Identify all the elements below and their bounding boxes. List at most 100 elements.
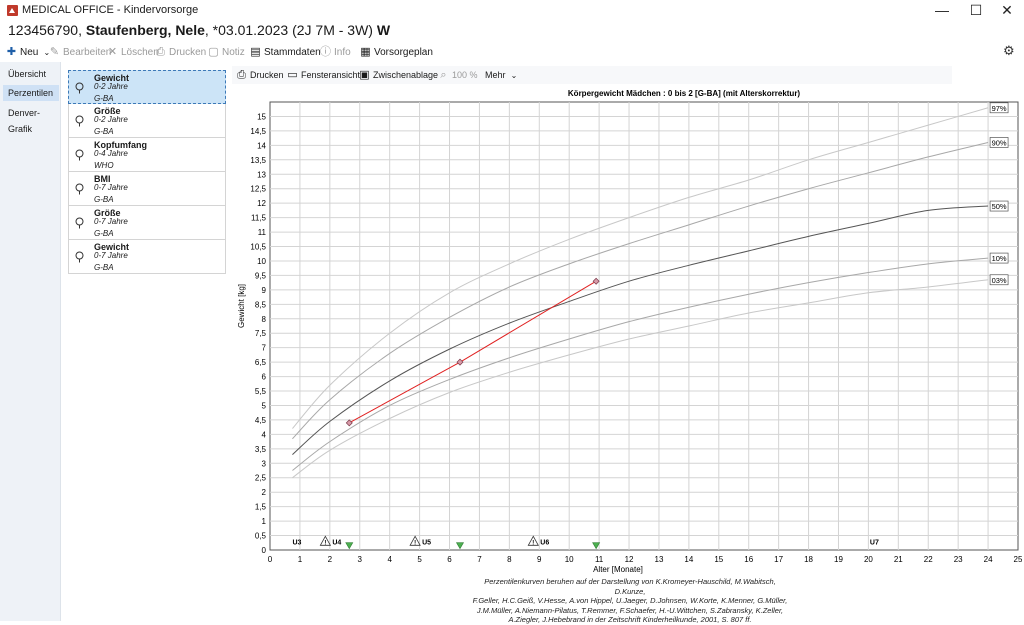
patient-id: 123456790, [8, 22, 82, 38]
y-tick-label: 5,5 [255, 387, 267, 396]
warning-mark: ! [532, 540, 534, 546]
plot-area [269, 101, 1019, 551]
edit-button[interactable]: ✎ Bearbeiten [49, 45, 111, 60]
x-tick-label: 12 [625, 555, 634, 564]
y-axis-label: Gewicht [kg] [237, 284, 246, 328]
y-tick-label: 9,5 [255, 271, 267, 280]
print-button[interactable]: ⎙ Drucken [155, 45, 206, 60]
exam-label: U5 [422, 539, 431, 546]
printer-icon: ⎙ [237, 68, 246, 81]
chart-print-button[interactable]: ⎙ Drucken [236, 68, 283, 81]
x-tick-label: 1 [298, 555, 303, 564]
x-tick-label: 17 [774, 555, 783, 564]
list-item[interactable]: Gewicht 0-2 Jahre G-BA [68, 70, 226, 104]
delete-button[interactable]: ✕ Löschen [107, 45, 159, 60]
chart-title: Körpergewicht Mädchen : 0 bis 2 [G-BA] (… [568, 89, 801, 98]
close-button[interactable]: ✕ [992, 1, 1022, 19]
y-tick-label: 7,5 [255, 329, 267, 338]
x-tick-label: 2 [328, 555, 333, 564]
y-tick-label: 2,5 [255, 474, 267, 483]
nav-item-overview[interactable]: Übersicht [3, 66, 59, 82]
footnote-line: F.Geller, H.C.Geiß, V.Hesse, A.von Hippe… [472, 596, 788, 605]
y-tick-label: 13,5 [250, 156, 266, 165]
y-tick-label: 11 [258, 228, 267, 237]
y-tick-label: 14,5 [250, 127, 266, 136]
gear-icon[interactable]: ⚙ [1003, 44, 1015, 57]
x-tick-label: 20 [864, 555, 873, 564]
percentile-label: 90% [992, 138, 1007, 147]
percentile-label: 50% [992, 202, 1007, 211]
list-item-source: G-BA [94, 195, 114, 204]
x-tick-label: 19 [834, 555, 843, 564]
patient-name: Staufenberg, Nele [85, 22, 205, 38]
checkup-plan-button[interactable]: ▦ Vorsorgeplan [360, 45, 433, 60]
x-tick-label: 8 [507, 555, 512, 564]
warning-mark: ! [414, 540, 416, 546]
maximize-button[interactable]: ☐ [961, 1, 991, 19]
list-item-source: G-BA [94, 229, 114, 238]
new-button[interactable]: ✚ Neu ⌄ [6, 45, 52, 60]
x-tick-label: 7 [477, 555, 482, 564]
x-tick-label: 11 [595, 555, 604, 564]
y-tick-label: 6,5 [255, 358, 267, 367]
list-item[interactable]: BMI 0-7 Jahre G-BA [68, 172, 226, 206]
delete-label: Löschen [121, 47, 159, 58]
list-item-source: WHO [94, 161, 114, 170]
footnote-line: A.Ziegler, J.Hebebrand in der Zeitschrif… [508, 615, 752, 624]
clipboard-icon: ▣ [359, 68, 370, 81]
y-tick-label: 13 [257, 170, 266, 179]
left-nav: Übersicht Perzentilen Denver-Grafik [0, 62, 61, 621]
new-label: Neu [20, 47, 39, 58]
balloon-icon [75, 217, 84, 229]
info-button[interactable]: ⓘ Info [320, 45, 351, 60]
y-tick-label: 8,5 [255, 300, 267, 309]
y-tick-label: 4 [262, 430, 267, 439]
list-item-range: 0-7 Jahre [94, 183, 128, 192]
y-tick-label: 9 [262, 286, 267, 295]
printer-icon: ⎙ [156, 46, 165, 58]
grid-icon: ▦ [360, 46, 371, 58]
x-tick-label: 16 [744, 555, 753, 564]
nav-item-denver[interactable]: Denver-Grafik [3, 105, 59, 134]
zoom-label: 100 % [452, 70, 478, 80]
window-icon: ▭ [287, 68, 298, 81]
clipboard-button[interactable]: ▣ Zwischenablage [359, 69, 438, 81]
list-item-range: 0-7 Jahre [94, 217, 128, 226]
master-data-label: Stammdaten [264, 47, 321, 58]
list-item[interactable]: Gewicht 0-7 Jahre G-BA [68, 240, 226, 274]
delete-icon: ✕ [107, 46, 118, 58]
chart-footnote: Perzentilenkurven beruhen auf der Darste… [470, 577, 790, 625]
growth-chart: Körpergewicht Mädchen : 0 bis 2 [G-BA] (… [237, 89, 1022, 574]
master-data-icon: ▤ [250, 46, 261, 58]
balloon-icon [75, 251, 84, 263]
info-label: Info [334, 47, 351, 58]
nav-item-percentiles[interactable]: Perzentilen [3, 85, 59, 101]
patient-line: 123456790, Staufenberg, Nele, *03.01.202… [8, 22, 390, 38]
list-item-source: G-BA [94, 127, 114, 136]
list-item[interactable]: Größe 0-2 Jahre G-BA [68, 104, 226, 138]
window-view-button[interactable]: ▭ Fensteransicht [287, 69, 360, 81]
checkup-plan-label: Vorsorgeplan [374, 47, 433, 58]
plus-icon: ✚ [6, 46, 17, 58]
list-item[interactable]: Größe 0-7 Jahre G-BA [68, 206, 226, 240]
patient-header: 123456790, Staufenberg, Nele, *03.01.202… [0, 20, 1024, 42]
x-tick-label: 4 [387, 555, 392, 564]
x-tick-label: 18 [804, 555, 813, 564]
magnifier-icon: ⌕ [440, 68, 447, 81]
x-tick-label: 3 [358, 555, 363, 564]
clipboard-label: Zwischenablage [373, 70, 439, 80]
list-item-range: 0-2 Jahre [94, 82, 128, 91]
note-button[interactable]: ▢ Notiz [208, 45, 245, 60]
x-tick-label: 10 [565, 555, 574, 564]
x-tick-label: 14 [684, 555, 693, 564]
footnote-line: Perzentilenkurven beruhen auf der Darste… [484, 577, 776, 596]
master-data-button[interactable]: ▤ Stammdaten [250, 45, 321, 60]
minimize-button[interactable]: — [927, 1, 957, 19]
x-tick-label: 15 [714, 555, 723, 564]
percentile-label: 10% [992, 254, 1007, 263]
more-button[interactable]: Mehr ⌄ [485, 69, 520, 81]
y-tick-label: 12 [257, 199, 266, 208]
zoom-button[interactable]: ⌕ 100 % [438, 68, 478, 81]
y-tick-label: 11,5 [251, 214, 267, 223]
list-item[interactable]: Kopfumfang 0-4 Jahre WHO [68, 138, 226, 172]
